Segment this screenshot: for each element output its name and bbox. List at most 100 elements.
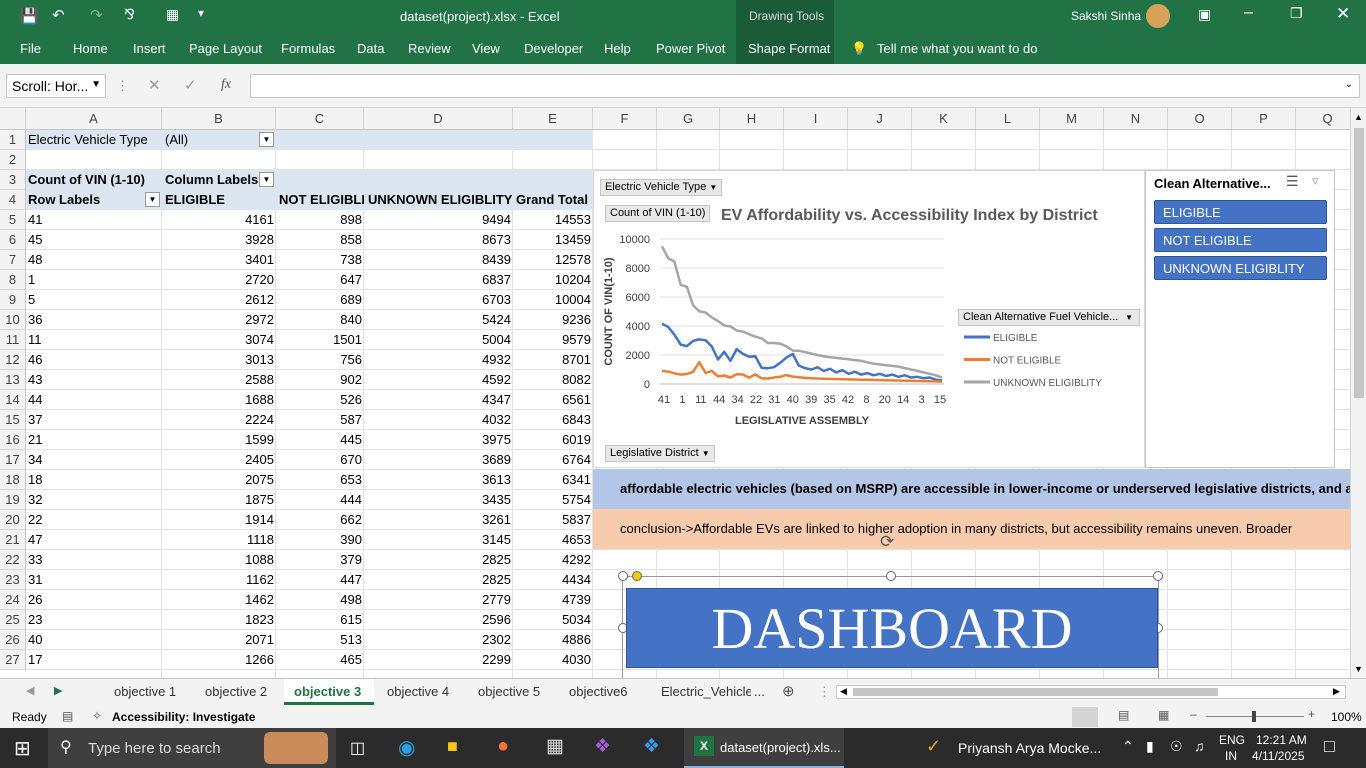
value-cell[interactable]: 9236 [513, 310, 593, 330]
row-label-cell[interactable]: 31 [28, 570, 162, 590]
copilot-icon[interactable]: ❖ [643, 735, 660, 758]
pivot-count-label[interactable]: Count of VIN (1-10) [28, 170, 162, 190]
expand-icon[interactable]: ⌄ [1345, 79, 1353, 90]
column-header[interactable]: J [848, 108, 912, 130]
slicer[interactable]: Clean Alternative... ☰ ▿ ELIGIBLE NOT EL… [1145, 170, 1335, 468]
network-icon[interactable]: ☉ [1170, 738, 1183, 755]
formula-input[interactable]: ⌄ [250, 74, 1360, 98]
user-name[interactable]: Sakshi Sinha [1071, 9, 1141, 23]
value-cell[interactable]: 6843 [513, 410, 593, 430]
horizontal-scrollbar[interactable]: ◀ ▶ [836, 685, 1346, 699]
value-cell[interactable]: 6764 [513, 450, 593, 470]
file-explorer-icon[interactable]: ■ [447, 736, 458, 757]
value-cell[interactable]: 1823 [162, 610, 276, 630]
row-label-cell[interactable]: 46 [28, 350, 162, 370]
pivot-column-header[interactable]: UNKNOWN ELIGIBLITY [368, 190, 513, 210]
pivot-filter-value[interactable]: (All) [165, 130, 260, 150]
table-icon[interactable]: ▦ [166, 6, 179, 23]
value-cell[interactable]: 756 [276, 350, 364, 370]
redo-icon[interactable]: ↷ [90, 6, 103, 24]
tab-formulas[interactable]: Formulas [281, 41, 335, 56]
scroll-up-icon[interactable]: ▲ [1354, 112, 1363, 122]
value-cell[interactable]: 3261 [364, 510, 513, 530]
column-header[interactable]: H [720, 108, 784, 130]
tell-me-search[interactable]: Tell me what you want to do [877, 41, 1037, 56]
tab-help[interactable]: Help [604, 41, 631, 56]
taskbar-search[interactable]: ⚲ Type here to search [48, 728, 336, 768]
multi-select-icon[interactable]: ☰ [1286, 173, 1299, 190]
column-labels-dropdown-icon[interactable]: ▼ [259, 172, 274, 187]
zoom-thumb[interactable] [1252, 711, 1256, 722]
value-cell[interactable]: 902 [276, 370, 364, 390]
value-cell[interactable]: 513 [276, 630, 364, 650]
row-label-cell[interactable]: 43 [28, 370, 162, 390]
column-header[interactable]: P [1232, 108, 1296, 130]
value-cell[interactable]: 4032 [364, 410, 513, 430]
row-header[interactable]: 13 [0, 370, 26, 390]
row-header[interactable]: 6 [0, 230, 26, 250]
value-cell[interactable]: 4030 [513, 650, 593, 670]
column-header[interactable]: C [276, 108, 364, 130]
row-header[interactable]: 1 [0, 130, 26, 150]
close-icon[interactable]: ✕ [1336, 4, 1350, 24]
row-header[interactable]: 21 [0, 530, 26, 550]
minimize-icon[interactable]: – [1244, 4, 1253, 22]
value-cell[interactable]: 2972 [162, 310, 276, 330]
value-cell[interactable]: 3613 [364, 470, 513, 490]
scroll-left-icon[interactable]: ◀ [840, 686, 847, 697]
pivot-column-header[interactable]: Grand Total [516, 190, 593, 210]
row-header[interactable]: 7 [0, 250, 26, 270]
pivot-column-header[interactable]: ELIGIBLE [165, 190, 275, 210]
value-cell[interactable]: 3689 [364, 450, 513, 470]
row-label-cell[interactable]: 48 [28, 250, 162, 270]
value-cell[interactable]: 10204 [513, 270, 593, 290]
value-cell[interactable]: 4434 [513, 570, 593, 590]
speaker-icon[interactable]: ♫ [1194, 738, 1205, 754]
value-cell[interactable]: 1688 [162, 390, 276, 410]
column-header[interactable]: L [976, 108, 1040, 130]
page-layout-icon[interactable]: ▤ [1118, 708, 1129, 722]
objective-text-box[interactable]: affordable electric vehicles (based on M… [593, 469, 1353, 509]
scroll-down-icon[interactable]: ▼ [1354, 664, 1363, 674]
value-cell[interactable]: 3145 [364, 530, 513, 550]
add-sheet-icon[interactable]: ⊕ [782, 682, 795, 700]
zoom-in-icon[interactable]: + [1308, 707, 1315, 721]
tab-view[interactable]: View [472, 41, 500, 56]
tab-insert[interactable]: Insert [133, 41, 166, 56]
sheet-tab[interactable]: objective 4 [387, 684, 449, 699]
value-cell[interactable]: 12578 [513, 250, 593, 270]
value-cell[interactable]: 1462 [162, 590, 276, 610]
column-header[interactable]: M [1040, 108, 1104, 130]
value-cell[interactable]: 4886 [513, 630, 593, 650]
row-label-cell[interactable]: 22 [28, 510, 162, 530]
row-labels-sort-icon[interactable]: ▼ [145, 192, 160, 207]
tab-data[interactable]: Data [357, 41, 384, 56]
value-cell[interactable]: 444 [276, 490, 364, 510]
value-cell[interactable]: 5754 [513, 490, 593, 510]
row-header[interactable]: 20 [0, 510, 26, 530]
value-cell[interactable]: 4592 [364, 370, 513, 390]
pivot-column-header[interactable]: NOT ELIGIBLE [279, 190, 364, 210]
value-cell[interactable]: 5004 [364, 330, 513, 350]
select-all[interactable] [0, 108, 26, 130]
value-cell[interactable]: 8701 [513, 350, 593, 370]
value-cell[interactable]: 4292 [513, 550, 593, 570]
battery-icon[interactable]: ▮ [1146, 738, 1154, 755]
value-cell[interactable]: 2405 [162, 450, 276, 470]
macro-icon[interactable]: ▤ [62, 709, 73, 723]
value-cell[interactable]: 445 [276, 430, 364, 450]
column-header[interactable]: I [784, 108, 848, 130]
enter-icon[interactable]: ✓ [184, 76, 197, 94]
tab-power-pivot[interactable]: Power Pivot [656, 41, 725, 56]
row-label-cell[interactable]: 37 [28, 410, 162, 430]
value-cell[interactable]: 9494 [364, 210, 513, 230]
more-sheets-icon[interactable]: ... [754, 684, 765, 699]
row-header[interactable]: 23 [0, 570, 26, 590]
restore-icon[interactable]: ❐ [1290, 5, 1303, 22]
value-cell[interactable]: 3401 [162, 250, 276, 270]
row-label-cell[interactable]: 18 [28, 470, 162, 490]
calendar-icon[interactable]: ▦ [546, 735, 564, 758]
column-header[interactable]: D [364, 108, 513, 130]
clock-date[interactable]: 4/11/2025 [1252, 749, 1305, 763]
column-header[interactable]: B [162, 108, 276, 130]
